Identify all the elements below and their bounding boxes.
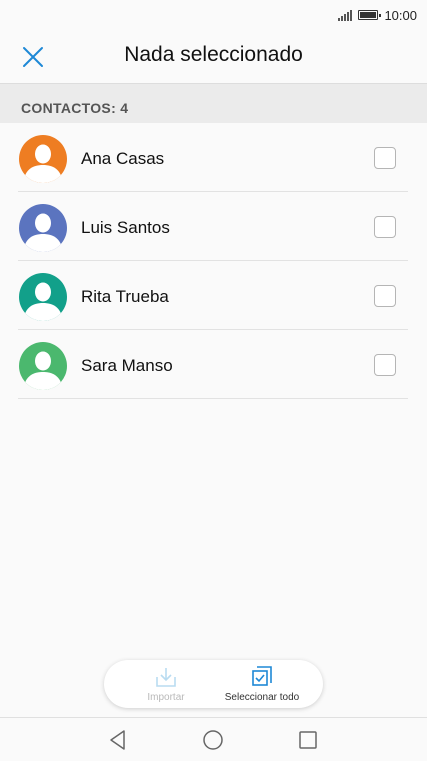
import-icon bbox=[156, 668, 176, 687]
home-button[interactable] bbox=[201, 728, 225, 752]
contact-row[interactable]: Luis Santos bbox=[0, 192, 427, 261]
contact-list: Ana Casas Luis Santos Rita Trueba Sara M… bbox=[0, 123, 427, 399]
contact-checkbox[interactable] bbox=[374, 216, 396, 238]
bottom-action-bar: Importar Seleccionar todo bbox=[104, 660, 323, 708]
battery-icon bbox=[358, 10, 382, 20]
contact-name: Sara Manso bbox=[81, 356, 173, 375]
back-button[interactable] bbox=[106, 728, 130, 752]
contacts-count-label: CONTACTOS: 4 bbox=[21, 100, 129, 116]
contact-name: Luis Santos bbox=[81, 218, 170, 237]
select-all-icon bbox=[252, 666, 272, 686]
divider bbox=[18, 398, 408, 399]
contact-row[interactable]: Ana Casas bbox=[0, 123, 427, 192]
app-header: Nada seleccionado bbox=[0, 30, 427, 84]
contact-checkbox[interactable] bbox=[374, 354, 396, 376]
page-title: Nada seleccionado bbox=[124, 43, 303, 66]
avatar-icon bbox=[19, 273, 67, 321]
select-all-button[interactable]: Seleccionar todo bbox=[216, 660, 308, 708]
contact-name: Rita Trueba bbox=[81, 287, 169, 306]
import-button[interactable]: Importar bbox=[124, 660, 208, 708]
section-header: CONTACTOS: 4 bbox=[0, 84, 427, 123]
avatar-icon bbox=[19, 204, 67, 252]
contact-checkbox[interactable] bbox=[374, 147, 396, 169]
contact-name: Ana Casas bbox=[81, 149, 165, 168]
status-time: 10:00 bbox=[384, 7, 417, 23]
select-all-label: Seleccionar todo bbox=[224, 692, 300, 703]
avatar-icon bbox=[19, 135, 67, 183]
avatar-icon bbox=[19, 342, 67, 390]
navigation-bar bbox=[0, 717, 427, 761]
contact-checkbox[interactable] bbox=[374, 285, 396, 307]
status-indicators: 10:00 bbox=[338, 7, 417, 23]
contact-row[interactable]: Sara Manso bbox=[0, 330, 427, 399]
back-icon bbox=[110, 730, 125, 750]
recents-icon bbox=[299, 731, 317, 749]
import-label: Importar bbox=[147, 692, 185, 703]
contact-row[interactable]: Rita Trueba bbox=[0, 261, 427, 330]
home-icon bbox=[203, 730, 223, 750]
signal-icon bbox=[338, 9, 353, 21]
status-bar: 10:00 bbox=[0, 0, 427, 30]
recents-button[interactable] bbox=[296, 728, 320, 752]
